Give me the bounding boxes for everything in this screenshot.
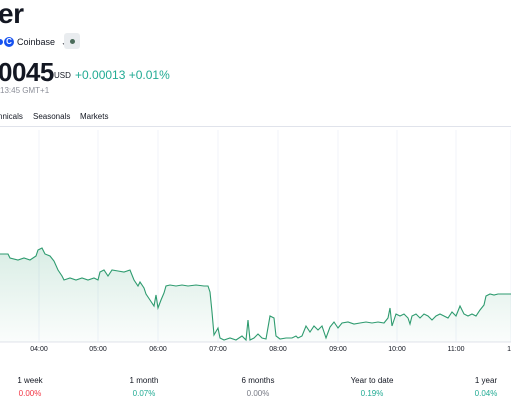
- symbol-title: er: [0, 0, 24, 29]
- perf-value: 0.19%: [360, 389, 384, 398]
- tab-seasonals[interactable]: Seasonals: [33, 112, 70, 121]
- price-area: [0, 248, 511, 342]
- exchange-selector[interactable]: C Coinbase ⌄: [0, 33, 68, 51]
- exchange-indicator: [0, 39, 3, 45]
- x-tick-label: 10:00: [388, 346, 406, 353]
- tabs-divider: [0, 126, 511, 127]
- price-change: +0.00013 +0.01%: [75, 68, 170, 82]
- perf-value: 0.00%: [246, 389, 270, 398]
- perf-label: Year to date: [350, 376, 394, 385]
- perf-label: 1 month: [129, 376, 159, 385]
- perf-label: 1 week: [17, 376, 43, 385]
- x-tick-label: 09:00: [329, 346, 347, 353]
- perf-value: 0.00%: [18, 389, 42, 398]
- x-tick-label: 06:00: [149, 346, 167, 353]
- market-status-button[interactable]: [64, 33, 80, 49]
- x-tick-label: 04:00: [30, 346, 48, 353]
- perf-1-month[interactable]: 1 month 0.07%: [114, 376, 174, 398]
- perf-1-week[interactable]: 1 week 0.00%: [0, 376, 60, 398]
- perf-value: 0.04%: [474, 389, 498, 398]
- coinbase-logo-icon: C: [4, 37, 14, 47]
- perf-6-months[interactable]: 6 months 0.00%: [228, 376, 288, 398]
- x-tick-label: 11:00: [448, 346, 465, 353]
- price-value: 0045: [0, 57, 54, 87]
- perf-value: 0.07%: [132, 389, 156, 398]
- perf-label: 1 year: [474, 376, 498, 385]
- perf-year-to-date[interactable]: Year to date 0.19%: [341, 376, 403, 398]
- x-tick-label: 08:00: [269, 346, 287, 353]
- price-timestamp: 13:45 GMT+1: [0, 86, 50, 95]
- x-tick-label: 1: [507, 346, 511, 353]
- status-dot-icon: [69, 38, 75, 44]
- x-tick-label: 05:00: [89, 346, 107, 353]
- x-tick-label: 07:00: [209, 346, 227, 353]
- exchange-name: Coinbase: [17, 37, 56, 47]
- tab-markets[interactable]: Markets: [80, 112, 108, 121]
- perf-1-year[interactable]: 1 year 0.04%: [456, 376, 511, 398]
- price-chart[interactable]: 04:00 05:00 06:00 07:00 08:00 09:00 10:00 11:00…: [0, 130, 511, 360]
- tab-technicals[interactable]: nnicals: [0, 112, 23, 121]
- x-axis: 04:00 05:00 06:00 07:00 08:00 09:00 10:00 11:00…: [30, 346, 511, 353]
- perf-label: 6 months: [241, 376, 275, 385]
- price-currency: USD: [54, 71, 71, 80]
